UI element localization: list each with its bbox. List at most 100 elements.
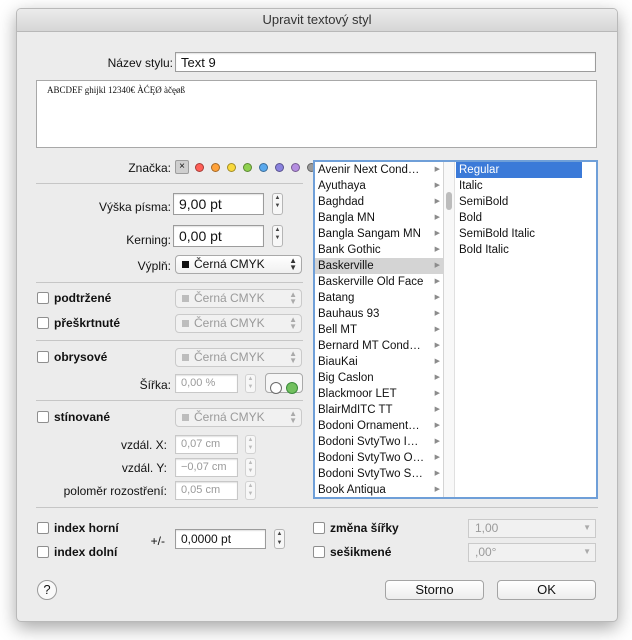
shadow-checkbox[interactable] (37, 411, 49, 423)
marker-color-dot[interactable] (275, 163, 284, 172)
font-family-item[interactable]: Big Caslon ▶ (315, 370, 443, 386)
outline-inside-icon[interactable] (286, 382, 298, 394)
offset-label: +/- (150, 534, 165, 548)
separator (36, 183, 303, 184)
font-family-item[interactable]: Batang ▶ (315, 290, 443, 306)
font-family-item[interactable]: Bodoni SvtyTwo I… ▶ (315, 434, 443, 450)
font-size-stepper[interactable]: ▲ ▼ (272, 193, 283, 215)
ok-button[interactable]: OK (497, 580, 596, 600)
cancel-button[interactable]: Storno (385, 580, 484, 600)
skew-combo[interactable]: ,00° ▼ (468, 543, 596, 562)
font-family-name: Big Caslon (318, 372, 374, 384)
font-family-item[interactable]: Baskerville Old Face ▶ (315, 274, 443, 290)
style-name-input[interactable]: Text 9 (175, 52, 596, 72)
submenu-arrow-icon: ▶ (434, 454, 440, 461)
marker-color-dot[interactable] (291, 163, 300, 172)
font-family-item[interactable]: Ayuthaya ▶ (315, 178, 443, 194)
strikethrough-label: přeškrtnuté (54, 316, 121, 330)
font-family-list[interactable]: Avenir Next Cond… ▶ Ayuthaya ▶ Baghdad ▶ Bangl… (315, 162, 444, 497)
marker-color-dot[interactable] (243, 163, 252, 172)
underline-color-popup[interactable]: Černá CMYK ▲ ▼ (175, 289, 302, 308)
font-family-item[interactable]: Blackmoor LET ▶ (315, 386, 443, 402)
font-style-item[interactable]: Bold (456, 210, 582, 226)
font-family-item[interactable]: BlairMdITC TT ▶ (315, 402, 443, 418)
outline-outside-icon[interactable] (270, 382, 282, 394)
separator (36, 400, 303, 401)
shadow-y-label: vzdál. Y: (121, 461, 167, 475)
font-family-item[interactable]: Bodoni SvtyTwo O… ▶ (315, 450, 443, 466)
outline-checkbox[interactable] (37, 351, 49, 363)
font-style-item[interactable]: Italic (456, 178, 582, 194)
subscript-label: index dolní (54, 545, 118, 559)
marker-color-dot[interactable] (259, 163, 268, 172)
font-family-item[interactable]: BiauKai ▶ (315, 354, 443, 370)
width-change-checkbox[interactable] (313, 522, 325, 534)
submenu-arrow-icon: ▶ (434, 166, 440, 173)
style-preview: ABCDEF ghijkl 12340€ ÀĆĘØ àčęøß (36, 80, 597, 148)
submenu-arrow-icon: ▶ (434, 422, 440, 429)
font-size-input[interactable]: 9,00 pt (173, 193, 264, 215)
font-style-list[interactable]: Regular Italic SemiBold Bold SemiBold Italic… (456, 162, 582, 497)
font-family-item[interactable]: Baskerville ▶ (315, 258, 443, 274)
font-family-item[interactable]: Bangla Sangam MN ▶ (315, 226, 443, 242)
strikethrough-color-popup[interactable]: Černá CMYK ▲ ▼ (175, 314, 302, 333)
font-family-name: Bernard MT Cond… (318, 340, 421, 352)
marker-color-dot[interactable] (195, 163, 204, 172)
marker-none-button[interactable]: × (175, 160, 189, 174)
font-family-item[interactable]: Avenir Next Cond… ▶ (315, 162, 443, 178)
shadow-y-stepper[interactable]: ▲ ▼ (245, 458, 256, 477)
shadow-y-input[interactable]: −0,07 cm (175, 458, 238, 477)
scrollbar-thumb[interactable] (446, 192, 452, 210)
superscript-checkbox[interactable] (37, 522, 49, 534)
fill-color-popup[interactable]: Černá CMYK ▲ ▼ (175, 255, 302, 274)
font-family-item[interactable]: Bodoni SvtyTwo S… ▶ (315, 466, 443, 482)
shadow-blur-stepper[interactable]: ▲ ▼ (245, 481, 256, 500)
offset-stepper[interactable]: ▲ ▼ (274, 529, 285, 549)
outline-width-stepper[interactable]: ▲ ▼ (245, 374, 256, 393)
font-family-item[interactable]: Bauhaus 93 ▶ (315, 306, 443, 322)
fill-color-value: Černá CMYK (194, 257, 265, 271)
submenu-arrow-icon: ▶ (434, 342, 440, 349)
shadow-x-stepper[interactable]: ▲ ▼ (245, 435, 256, 454)
font-family-item[interactable]: Bodoni Ornament… ▶ (315, 418, 443, 434)
skew-checkbox[interactable] (313, 546, 325, 558)
shadow-color-popup[interactable]: Černá CMYK ▲ ▼ (175, 408, 302, 427)
font-style-item[interactable]: SemiBold (456, 194, 582, 210)
shadow-x-input[interactable]: 0,07 cm (175, 435, 238, 454)
kerning-input[interactable]: 0,00 pt (173, 225, 264, 247)
font-family-item[interactable]: Bernard MT Cond… ▶ (315, 338, 443, 354)
outline-width-input[interactable]: 0,00 % (175, 374, 238, 393)
marker-color-dot[interactable] (211, 163, 220, 172)
help-button[interactable]: ? (37, 580, 57, 600)
shadow-label: stínované (54, 410, 111, 424)
separator (36, 340, 303, 341)
submenu-arrow-icon: ▶ (434, 246, 440, 253)
color-swatch (182, 354, 189, 361)
font-family-item[interactable]: Bank Gothic ▶ (315, 242, 443, 258)
font-family-name: Bodoni SvtyTwo O… (318, 452, 425, 464)
font-family-item[interactable]: Book Antiqua ▶ (315, 482, 443, 497)
submenu-arrow-icon: ▶ (434, 438, 440, 445)
popup-arrows-icon: ▲ ▼ (289, 349, 297, 365)
kerning-stepper[interactable]: ▲ ▼ (272, 225, 283, 247)
subscript-checkbox[interactable] (37, 546, 49, 558)
submenu-arrow-icon: ▶ (434, 198, 440, 205)
font-family-item[interactable]: Bangla MN ▶ (315, 210, 443, 226)
underline-checkbox[interactable] (37, 292, 49, 304)
shadow-blur-input[interactable]: 0,05 cm (175, 481, 238, 500)
submenu-arrow-icon: ▶ (434, 310, 440, 317)
font-style-item[interactable]: SemiBold Italic (456, 226, 582, 242)
offset-input[interactable]: 0,0000 pt (175, 529, 266, 549)
font-family-scrollbar[interactable] (444, 162, 455, 497)
strikethrough-checkbox[interactable] (37, 317, 49, 329)
width-change-combo[interactable]: 1,00 ▼ (468, 519, 596, 538)
font-family-name: Bodoni SvtyTwo I… (318, 436, 419, 448)
font-family-name: BiauKai (318, 356, 358, 368)
font-family-item[interactable]: Baghdad ▶ (315, 194, 443, 210)
font-family-item[interactable]: Bell MT ▶ (315, 322, 443, 338)
submenu-arrow-icon: ▶ (434, 278, 440, 285)
font-style-item[interactable]: Bold Italic (456, 242, 582, 258)
font-style-item[interactable]: Regular (456, 162, 582, 178)
marker-color-dot[interactable] (227, 163, 236, 172)
outline-color-popup[interactable]: Černá CMYK ▲ ▼ (175, 348, 302, 367)
